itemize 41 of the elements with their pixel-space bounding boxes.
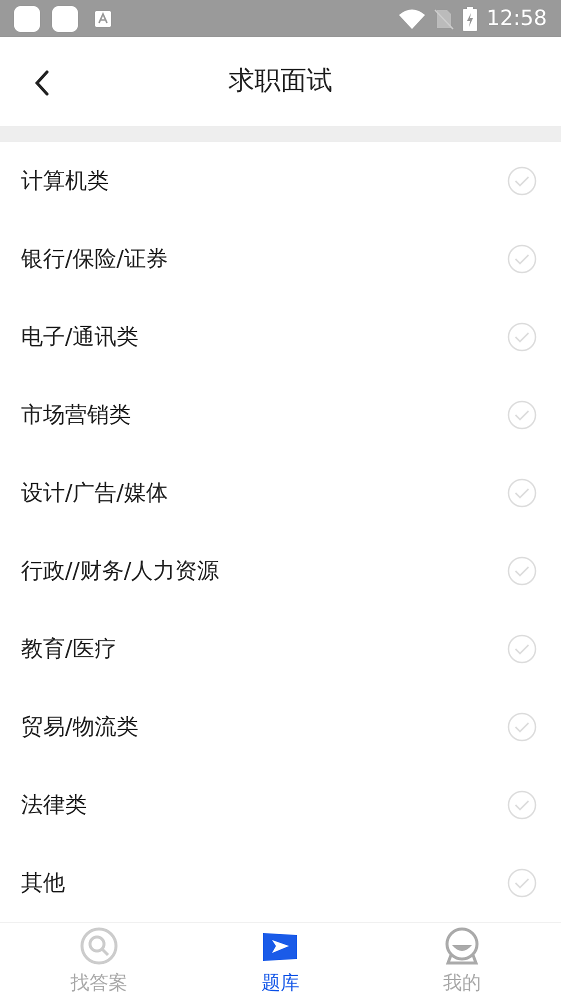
category-label: 市场营销类	[21, 402, 131, 430]
category-row[interactable]: 电子/通讯类	[0, 298, 561, 376]
check-circle-icon[interactable]	[507, 790, 537, 820]
check-circle-icon[interactable]	[507, 556, 537, 586]
category-row[interactable]: 设计/广告/媒体	[0, 454, 561, 532]
search-icon	[80, 926, 118, 965]
page-title: 求职面试	[228, 65, 332, 98]
category-row[interactable]: 市场营销类	[0, 376, 561, 454]
wifi-icon	[398, 8, 426, 30]
sim-icon	[434, 8, 454, 30]
check-circle-icon[interactable]	[507, 322, 537, 352]
check-circle-icon[interactable]	[507, 868, 537, 898]
tab[interactable]: 题库	[220, 926, 340, 998]
category-row[interactable]: 计算机类	[0, 142, 561, 220]
category-label: 贸易/物流类	[21, 714, 138, 742]
clock-time: 12:58	[486, 4, 547, 32]
category-row[interactable]: 银行/保险/证券	[0, 220, 561, 298]
check-circle-icon[interactable]	[507, 478, 537, 508]
notification-icon	[14, 6, 40, 32]
check-circle-icon[interactable]	[507, 244, 537, 274]
keyboard-icon	[94, 10, 112, 28]
category-row[interactable]: 其他	[0, 844, 561, 922]
check-circle-icon[interactable]	[507, 166, 537, 196]
category-label: 计算机类	[21, 168, 109, 196]
check-circle-icon[interactable]	[507, 712, 537, 742]
category-row[interactable]: 行政//财务/人力资源	[0, 532, 561, 610]
category-label: 电子/通讯类	[21, 324, 138, 352]
battery-icon	[462, 6, 478, 30]
category-row[interactable]: 法律类	[0, 766, 561, 844]
check-circle-icon[interactable]	[507, 400, 537, 430]
category-row[interactable]: 教育/医疗	[0, 610, 561, 688]
category-label: 设计/广告/媒体	[21, 480, 168, 508]
check-circle-icon[interactable]	[507, 634, 537, 664]
category-label: 银行/保险/证券	[21, 246, 168, 274]
face-icon	[443, 926, 482, 965]
category-label: 教育/医疗	[21, 636, 116, 664]
notification-icon	[52, 6, 78, 32]
category-label: 其他	[21, 870, 65, 898]
category-row[interactable]: 贸易/物流类	[0, 688, 561, 766]
category-label: 法律类	[21, 792, 87, 820]
category-label: 行政//财务/人力资源	[21, 558, 220, 586]
